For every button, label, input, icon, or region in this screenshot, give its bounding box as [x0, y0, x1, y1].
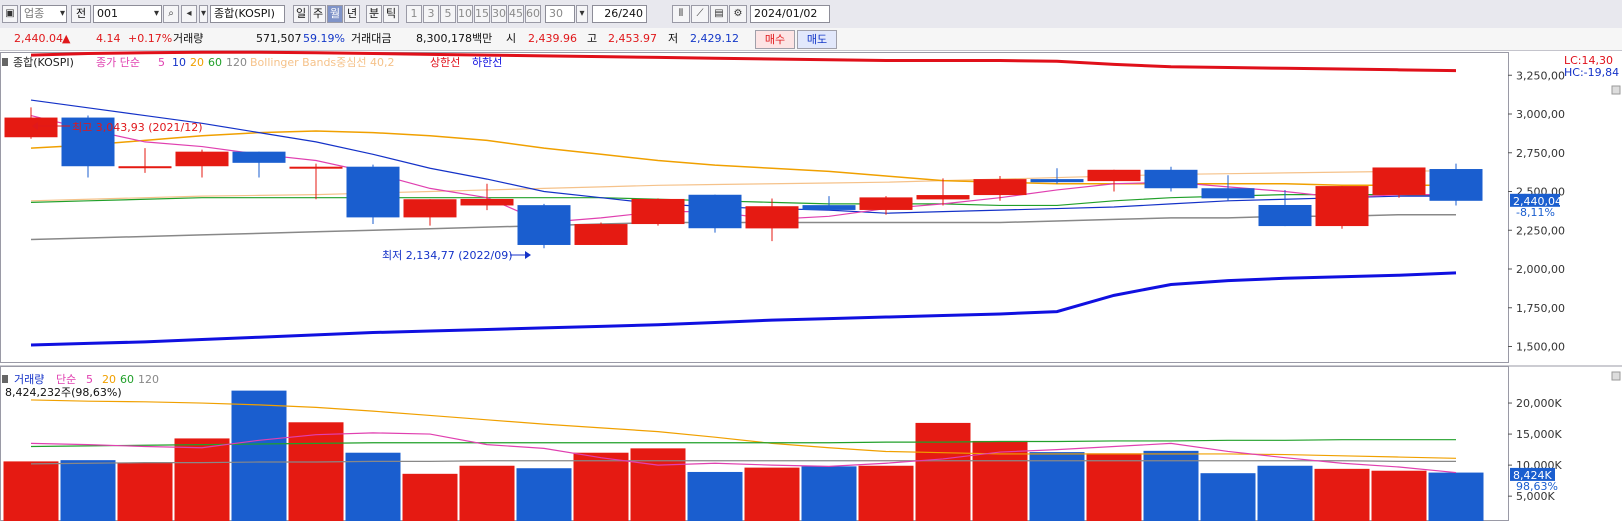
candle-up — [745, 206, 799, 229]
ma5-line — [30, 114, 1456, 224]
volume-bar-up — [174, 438, 230, 521]
candle-up — [460, 198, 514, 206]
volume-bar-up — [915, 422, 971, 521]
min-annotation-arrowhead — [525, 251, 531, 259]
volume-legend-item: 60 — [120, 373, 134, 386]
candle-up — [1087, 169, 1141, 182]
candle-down — [1258, 204, 1312, 227]
volume-bar-down — [60, 460, 116, 521]
volume-tick-label: 15,000K — [1516, 428, 1562, 441]
volume-bar-down — [1200, 473, 1256, 521]
price-legend-item: Bollinger Bands중심선 40,2 — [250, 56, 395, 69]
price-tick-label: 3,250,00 — [1516, 69, 1565, 82]
volume-bar-down — [1428, 472, 1484, 521]
bollinger-lower-line — [30, 271, 1457, 347]
volume-info-label: 8,424,232주(98,63%) — [5, 386, 122, 399]
hc-label: HC:-19,84 — [1564, 66, 1619, 79]
price-legend-item: 120 — [226, 56, 247, 69]
volume-bar-down — [1257, 465, 1313, 521]
volume-bar-down — [687, 471, 743, 521]
price-tick-label: 1,750,00 — [1516, 302, 1565, 315]
volume-bar-up — [744, 467, 800, 521]
volume-bar-up — [1086, 453, 1142, 521]
volume-bar-up — [3, 461, 59, 521]
candle-down — [1429, 169, 1483, 201]
ma120-line — [30, 214, 1456, 241]
candle-up — [859, 197, 913, 210]
scroll-up-icon — [1611, 371, 1621, 381]
candle-up — [175, 151, 229, 167]
volume-bar-down — [801, 466, 857, 521]
price-tick-label: 2,000,00 — [1516, 263, 1565, 276]
price-legend-item: 20 — [190, 56, 204, 69]
price-legend-item: 60 — [208, 56, 222, 69]
volume-bar-up — [1371, 470, 1427, 521]
candle-up — [1315, 186, 1369, 227]
last-price-pct: -8,11% — [1516, 206, 1555, 219]
volume-bar-up — [402, 473, 458, 521]
volume-tick-label: 20,000K — [1516, 397, 1562, 410]
panel-marker-icon — [2, 375, 8, 383]
min-annotation: 최저 2,134,77 (2022/09) — [382, 249, 513, 262]
candle-down — [1201, 188, 1255, 199]
volume-bar-up — [459, 465, 515, 521]
price-tick-label: 3,000,00 — [1516, 108, 1565, 121]
volume-bar-down — [516, 468, 572, 521]
candle-up — [631, 198, 685, 225]
volume-bar-up — [573, 452, 629, 521]
candle-down — [1144, 169, 1198, 189]
candle-up — [916, 195, 970, 200]
candle-down — [688, 194, 742, 229]
candle-down — [517, 205, 571, 245]
volume-bar-down — [231, 390, 287, 521]
candle-up — [118, 166, 172, 169]
volume-legend-item: 120 — [138, 373, 159, 386]
price-legend-item: 상한선 — [430, 56, 460, 69]
volume-bar-up — [630, 448, 686, 521]
candle-down — [232, 151, 286, 163]
price-legend-item: 하한선 — [472, 55, 502, 69]
volume-bar-down — [1029, 452, 1085, 521]
price-legend-item: 종가 단순 — [96, 56, 140, 69]
scroll-up-icon — [1611, 85, 1621, 95]
price-legend-item: 5 — [158, 56, 165, 69]
volume-legend-item: 단순 — [56, 373, 76, 386]
candle-down — [802, 205, 856, 210]
price-legend-item: 10 — [172, 56, 186, 69]
candle-up — [403, 199, 457, 218]
price-tick-label: 2,750,00 — [1516, 147, 1565, 160]
candle-down — [346, 166, 400, 218]
candle-up — [973, 179, 1027, 196]
candle-up — [1372, 167, 1426, 195]
max-annotation: 최고 3,043,93 (2021/12) — [72, 121, 203, 134]
candle-up — [574, 224, 628, 245]
price-tick-label: 2,250,00 — [1516, 224, 1565, 237]
volume-bar-down — [345, 452, 401, 521]
volume-bar-up — [972, 440, 1028, 521]
candle-up — [289, 166, 343, 169]
volume-legend-item: 5 — [86, 373, 93, 386]
last-volume-pct: 98,63% — [1516, 480, 1558, 493]
volume-bar-up — [858, 465, 914, 521]
price-tick-label: 1,500,00 — [1516, 341, 1565, 354]
candle-up — [4, 117, 58, 138]
volume-legend-item: 거래량 — [14, 373, 44, 386]
volume-bar-up — [117, 462, 173, 521]
chart-canvas[interactable]: 3,250,003,000,002,750,002,500,002,250,00… — [0, 0, 1622, 521]
price-panel-title: 종합(KOSPI) — [13, 56, 74, 69]
candle-down — [1030, 179, 1084, 183]
panel-marker-icon — [2, 58, 8, 66]
volume-bar-up — [1314, 468, 1370, 521]
volume-legend-item: 20 — [102, 373, 116, 386]
